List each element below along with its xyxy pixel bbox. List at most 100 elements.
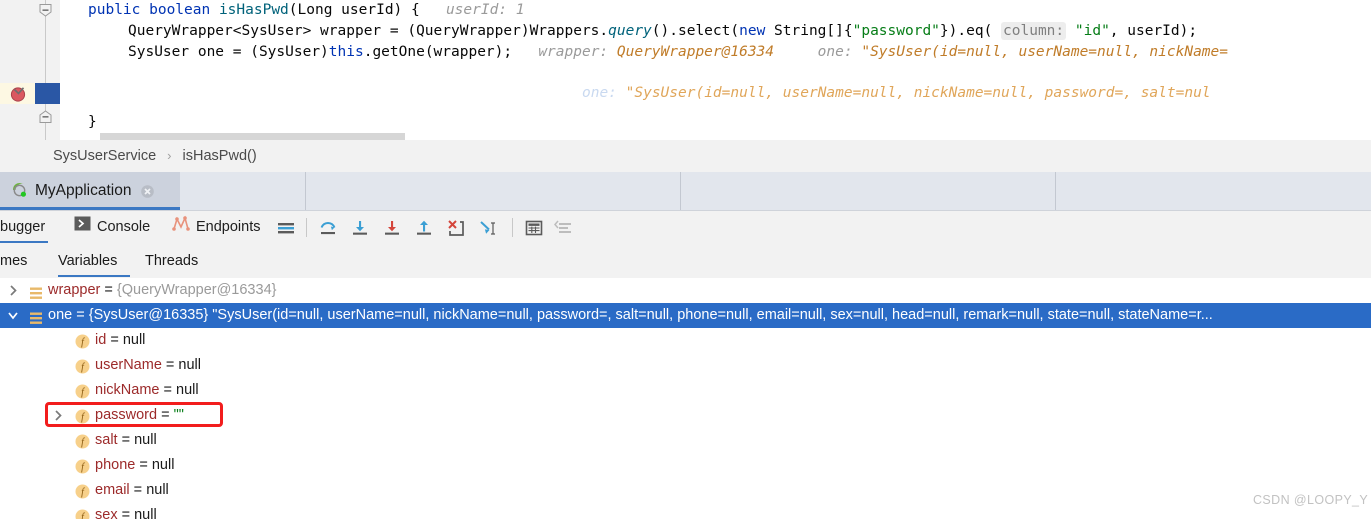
- code-lines[interactable]: public boolean isHasPwd(Long userId) { u…: [60, 0, 1371, 140]
- sort-values-icon[interactable]: [554, 218, 574, 238]
- variable-row[interactable]: wrapper = {QueryWrapper@16334}: [0, 278, 1371, 303]
- variable-name: sex: [95, 507, 118, 519]
- step-into-icon[interactable]: [350, 218, 370, 238]
- code-token: wrapper:: [512, 44, 609, 60]
- debug-toolbar[interactable]: bugger Console Endpoints: [0, 211, 1371, 245]
- active-tab-indicator: [0, 207, 180, 210]
- field-icon: f: [75, 483, 90, 499]
- variable-value: {QueryWrapper@16334}: [116, 282, 277, 298]
- code-token: "SysUser(id=null, userName=null, nickNam…: [852, 44, 1228, 60]
- code-token: boolean: [149, 2, 219, 18]
- code-editor[interactable]: public boolean isHasPwd(Long userId) { u…: [0, 0, 1371, 140]
- variable-row[interactable]: f sex = null: [0, 503, 1371, 519]
- variable-name: userName: [95, 357, 162, 373]
- breadcrumb-bar: SysUserService › isHasPwd(): [0, 140, 1371, 172]
- code-token: String[]{: [774, 23, 853, 39]
- equals-sign: =: [159, 382, 176, 398]
- fold-collapse-top-icon[interactable]: [39, 4, 52, 17]
- code-line[interactable]: }: [88, 112, 97, 133]
- code-token: ().select(: [651, 23, 740, 39]
- endpoints-icon: [172, 211, 190, 244]
- variable-value: {SysUser@16335}: [88, 307, 209, 323]
- run-tab-bar[interactable]: MyApplication: [0, 172, 1371, 211]
- variable-row[interactable]: f id = null: [0, 328, 1371, 353]
- variable-name: salt: [95, 432, 118, 448]
- list-icon: [30, 309, 42, 324]
- editor-gutter[interactable]: [0, 0, 40, 140]
- equals-sign: =: [106, 332, 123, 348]
- drop-frame-icon[interactable]: [446, 218, 466, 238]
- code-token: column:: [1001, 22, 1067, 40]
- debug-tab-debugger[interactable]: bugger: [0, 211, 45, 244]
- code-token: one:: [555, 85, 617, 101]
- tab-threads[interactable]: Threads: [145, 244, 198, 278]
- code-token: "id": [1074, 23, 1110, 39]
- evaluate-expression-icon[interactable]: [524, 218, 544, 238]
- chevron-right-icon[interactable]: [6, 278, 20, 303]
- debug-tab-endpoints[interactable]: Endpoints: [172, 211, 261, 244]
- code-token: "password": [852, 23, 940, 39]
- field-icon: f: [75, 383, 90, 399]
- step-out-icon[interactable]: [414, 218, 434, 238]
- breadcrumb-item-class[interactable]: SysUserService: [53, 148, 156, 164]
- list-icon: [30, 284, 42, 299]
- variable-name: id: [95, 332, 107, 348]
- variable-row[interactable]: f phone = null: [0, 453, 1371, 478]
- variable-name: wrapper: [48, 282, 101, 298]
- chevron-down-icon[interactable]: [6, 303, 20, 328]
- code-token: new: [739, 23, 775, 39]
- code-token: }: [88, 114, 97, 130]
- tab-frames[interactable]: mes: [0, 244, 27, 278]
- variable-row[interactable]: f nickName = null: [0, 378, 1371, 403]
- variable-tostring: "SysUser(id=null, userName=null, nickNam…: [208, 307, 1213, 323]
- fold-collapse-bottom-icon[interactable]: [39, 110, 52, 123]
- breadcrumb[interactable]: SysUserService › isHasPwd(): [53, 140, 257, 172]
- variable-value: null: [176, 382, 199, 398]
- editor-horizontal-scrollbar[interactable]: [100, 133, 405, 140]
- spring-boot-icon: [10, 179, 29, 203]
- code-line[interactable]: return StringUtils.isNotEmpty(one.getPas…: [128, 83, 1211, 104]
- field-icon: f: [75, 458, 90, 474]
- equals-sign: =: [129, 482, 147, 498]
- variable-text: phone = null: [95, 453, 174, 478]
- debug-tab-console[interactable]: Console: [74, 211, 150, 244]
- code-line[interactable]: public boolean isHasPwd(Long userId) { u…: [88, 0, 525, 21]
- variable-name: phone: [95, 457, 136, 473]
- force-step-into-icon[interactable]: [382, 218, 402, 238]
- code-token: query: [608, 23, 652, 39]
- code-token: public: [88, 2, 150, 18]
- tab-variables[interactable]: Variables: [58, 244, 117, 278]
- code-line[interactable]: SysUser one = (SysUser)this.getOne(wrapp…: [128, 42, 1228, 63]
- toolbar-divider: [512, 218, 513, 237]
- code-token: "SysUser(id=null, userName=null, nickNam…: [616, 85, 1211, 101]
- code-token: this: [328, 44, 364, 60]
- tab-divider: [305, 172, 306, 210]
- layout-settings-icon[interactable]: [276, 218, 296, 238]
- run-to-cursor-icon[interactable]: [478, 218, 498, 238]
- code-line[interactable]: QueryWrapper<SysUser> wrapper = (QueryWr…: [128, 21, 1197, 42]
- close-icon[interactable]: [140, 184, 155, 199]
- variable-row[interactable]: one = {SysUser@16335} "SysUser(id=null, …: [0, 303, 1371, 328]
- console-icon: [74, 211, 91, 244]
- tab-divider: [680, 172, 681, 210]
- code-token: (one.getPassword());: [381, 85, 556, 101]
- run-tab-myapplication[interactable]: MyApplication: [0, 172, 180, 210]
- variable-value: null: [134, 507, 157, 519]
- debugger-tab-indicator: [0, 241, 48, 243]
- debug-tab-console-label: Console: [97, 219, 151, 235]
- debug-subtab-bar[interactable]: mes Variables Threads: [0, 244, 1371, 279]
- variable-name: email: [95, 482, 130, 498]
- step-over-icon[interactable]: [318, 218, 338, 238]
- password-annotation-box: [45, 402, 223, 427]
- code-token: QueryWrapper@16334: [608, 44, 775, 60]
- variable-value: null: [146, 482, 169, 498]
- breakpoint-verified-icon[interactable]: [10, 86, 27, 102]
- code-token: }).eq(: [939, 23, 1002, 39]
- tab-divider: [1055, 172, 1056, 210]
- variables-tree[interactable]: wrapper = {QueryWrapper@16334} one = {Sys…: [0, 278, 1371, 519]
- variable-row[interactable]: f userName = null: [0, 353, 1371, 378]
- breadcrumb-item-method[interactable]: isHasPwd(): [183, 148, 257, 164]
- variable-row[interactable]: f email = null: [0, 478, 1371, 503]
- variable-row[interactable]: f salt = null: [0, 428, 1371, 453]
- code-token: (Long userId) {: [288, 2, 420, 18]
